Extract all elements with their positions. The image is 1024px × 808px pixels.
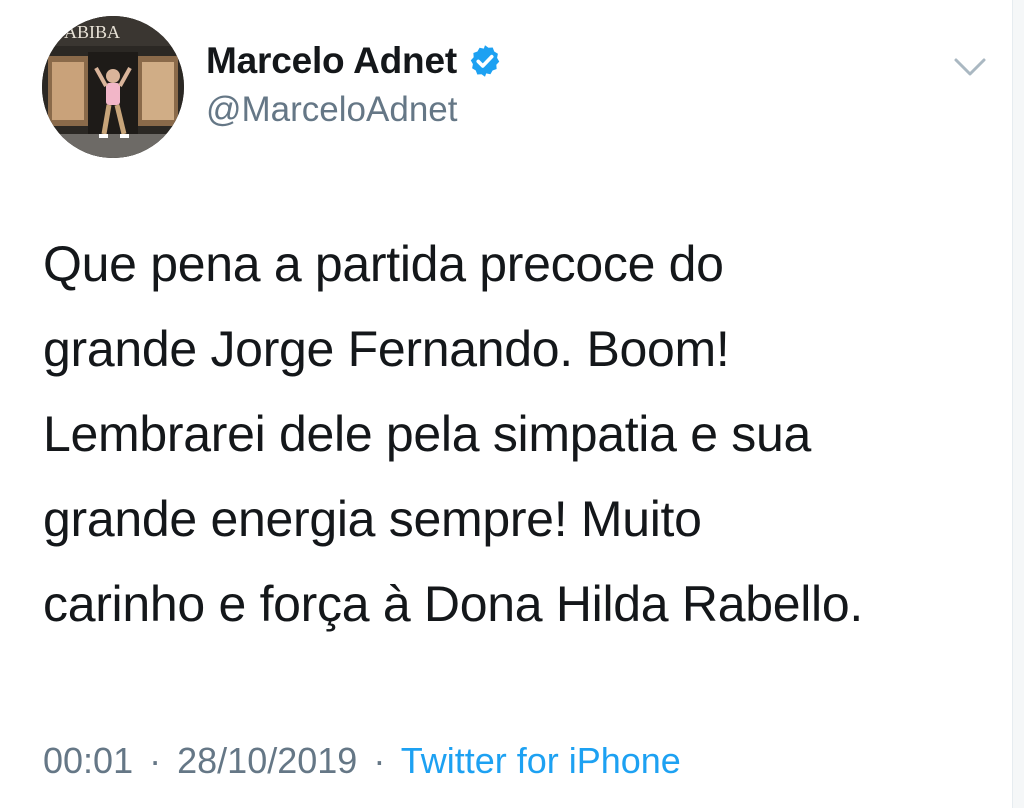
meta-separator: ·: [373, 740, 386, 781]
avatar-photo: ABIBA: [42, 16, 184, 158]
tweet-metadata: 00:01 · 28/10/2019 · Twitter for iPhone: [43, 740, 681, 782]
tweet-text: Que pena a partida precoce do grande Jor…: [43, 236, 863, 632]
display-name[interactable]: Marcelo Adnet: [206, 40, 457, 82]
tweet-date[interactable]: 28/10/2019: [177, 740, 357, 781]
meta-separator: ·: [149, 740, 162, 781]
avatar-sign-text: ABIBA: [64, 22, 120, 42]
chevron-down-icon[interactable]: [950, 52, 990, 80]
verified-badge-icon: [470, 45, 500, 77]
tweet-time[interactable]: 00:01: [43, 740, 133, 781]
author-name-row: Marcelo Adnet: [206, 38, 503, 84]
tweet-source-link[interactable]: Twitter for iPhone: [401, 740, 681, 781]
user-handle[interactable]: @MarceloAdnet: [206, 90, 457, 130]
tweet-card: ABIBA Marcelo Adnet @MarceloAdnet Que pe…: [0, 0, 1024, 808]
scroll-edge: [1012, 0, 1024, 808]
avatar[interactable]: ABIBA: [42, 16, 184, 158]
